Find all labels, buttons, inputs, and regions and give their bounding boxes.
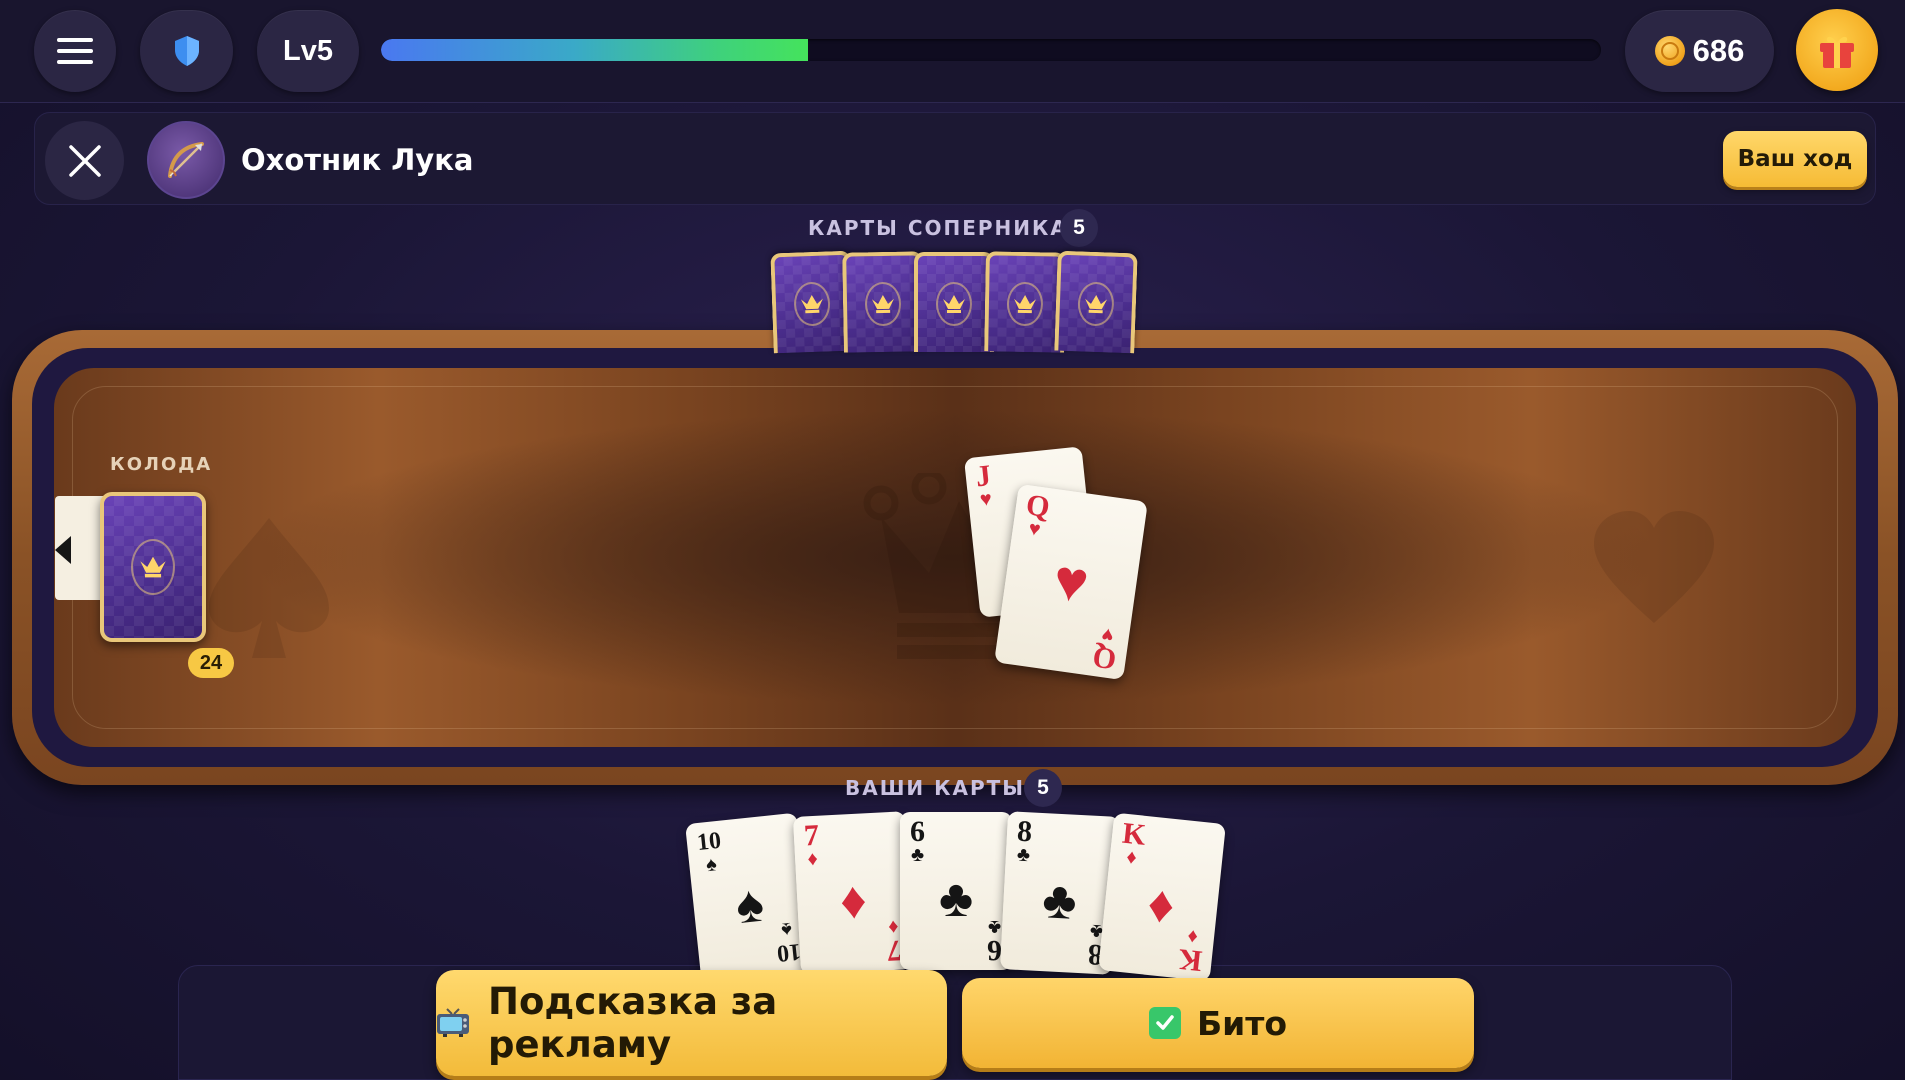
card-center-suit: ♦ bbox=[838, 872, 869, 932]
opponent-cards-count: 5 bbox=[1060, 209, 1098, 247]
card-suit: ♦ bbox=[1186, 924, 1199, 948]
opponent-bar: Охотник Лука Ваш ход bbox=[34, 112, 1876, 205]
heart-watermark-icon bbox=[1594, 511, 1714, 623]
xp-progress-fill bbox=[381, 39, 808, 61]
level-text: Lv5 bbox=[283, 34, 333, 67]
menu-button[interactable] bbox=[34, 10, 116, 92]
card-center-suit: ♣ bbox=[938, 871, 974, 929]
bow-icon bbox=[168, 142, 204, 178]
hint-for-ad-button[interactable]: Подсказка за рекламу bbox=[436, 970, 947, 1076]
card-suit: ♥ bbox=[1099, 622, 1115, 647]
opponent-name: Охотник Лука bbox=[241, 143, 474, 177]
spade-watermark-icon bbox=[209, 518, 329, 658]
card-rank: K bbox=[1120, 816, 1148, 852]
card-suit: ♠ bbox=[780, 917, 794, 941]
xp-progress-bar bbox=[381, 39, 1601, 61]
opponent-card-back bbox=[914, 252, 994, 352]
card-rank: J bbox=[974, 458, 993, 494]
shield-button[interactable] bbox=[140, 10, 233, 92]
opponent-card-back bbox=[984, 251, 1066, 353]
gift-icon bbox=[1820, 36, 1854, 68]
gift-button[interactable] bbox=[1796, 9, 1878, 91]
card-center-suit: ♦ bbox=[1144, 876, 1178, 936]
card-rank: 6 bbox=[910, 815, 925, 848]
opponent-card-back bbox=[842, 251, 924, 353]
card-suit: ♣ bbox=[1016, 843, 1031, 867]
bito-button-label: Бито bbox=[1196, 1003, 1288, 1043]
your-cards-count: 5 bbox=[1024, 769, 1062, 807]
table-card[interactable]: Q ♥ ♥ Q ♥ bbox=[994, 483, 1148, 681]
deck-label: КОЛОДА bbox=[110, 454, 213, 475]
crown-icon bbox=[1085, 295, 1108, 314]
card-suit: ♠ bbox=[704, 853, 718, 877]
bito-button[interactable]: Бито bbox=[962, 978, 1474, 1068]
tv-icon bbox=[436, 1007, 470, 1039]
card-suit: ♦ bbox=[887, 915, 900, 939]
card-rank: 10 bbox=[695, 827, 723, 857]
card-suit: ♦ bbox=[1125, 846, 1138, 870]
close-icon bbox=[68, 144, 101, 177]
crown-icon bbox=[800, 295, 823, 314]
card-rank: 7 bbox=[803, 818, 820, 853]
turn-indicator-button[interactable]: Ваш ход bbox=[1723, 131, 1867, 187]
trump-suit-icon bbox=[55, 536, 71, 564]
card-suit: ♥ bbox=[1027, 517, 1043, 542]
game-table bbox=[12, 330, 1898, 785]
card-center-suit: ♣ bbox=[1040, 872, 1079, 932]
close-button[interactable] bbox=[45, 121, 124, 200]
opponent-avatar bbox=[147, 121, 225, 199]
card-rank: K bbox=[1176, 942, 1204, 978]
card-rank: Q bbox=[1090, 639, 1118, 676]
your-cards-label: ВАШИ КАРТЫ bbox=[845, 776, 1025, 800]
table-felt bbox=[54, 368, 1856, 747]
card-suit: ♣ bbox=[987, 916, 1002, 938]
crown-icon bbox=[140, 556, 166, 578]
coin-icon bbox=[1654, 36, 1685, 66]
hand-card[interactable]: 6 ♣ ♣ 6 ♣ bbox=[900, 812, 1012, 970]
bottom-panel bbox=[178, 965, 1732, 1080]
opponent-card-back bbox=[1054, 250, 1138, 354]
card-rank: Q bbox=[1024, 488, 1052, 525]
crown-icon bbox=[871, 295, 894, 314]
card-rank: 8 bbox=[1016, 814, 1034, 849]
card-suit: ♦ bbox=[806, 847, 819, 871]
card-center-suit: ♠ bbox=[733, 876, 767, 936]
card-rank: 10 bbox=[775, 937, 803, 967]
hamburger-icon bbox=[57, 38, 93, 64]
coins-counter[interactable]: 686 bbox=[1625, 10, 1774, 92]
card-center-suit: ♥ bbox=[1049, 546, 1093, 617]
crown-icon bbox=[943, 295, 965, 313]
hand-card[interactable]: 7 ♦ ♦ 7 ♦ bbox=[792, 811, 914, 975]
crown-icon bbox=[1014, 295, 1037, 314]
opponent-cards-label: КАРТЫ СОПЕРНИКА bbox=[808, 216, 1068, 240]
deck-count-badge: 24 bbox=[188, 648, 234, 678]
card-suit: ♥ bbox=[978, 487, 993, 512]
top-bar: Lv5 686 bbox=[0, 0, 1905, 103]
check-icon bbox=[1148, 1007, 1181, 1039]
hint-button-label: Подсказка за рекламу bbox=[488, 980, 778, 1066]
opponent-card-back bbox=[770, 250, 854, 354]
shield-icon bbox=[174, 36, 199, 66]
coins-value: 686 bbox=[1692, 33, 1745, 68]
deck-card-back[interactable] bbox=[100, 492, 206, 642]
level-badge[interactable]: Lv5 bbox=[257, 10, 359, 92]
hand-card[interactable]: K ♦ ♦ K ♦ bbox=[1098, 812, 1226, 982]
card-suit: ♣ bbox=[910, 844, 925, 866]
